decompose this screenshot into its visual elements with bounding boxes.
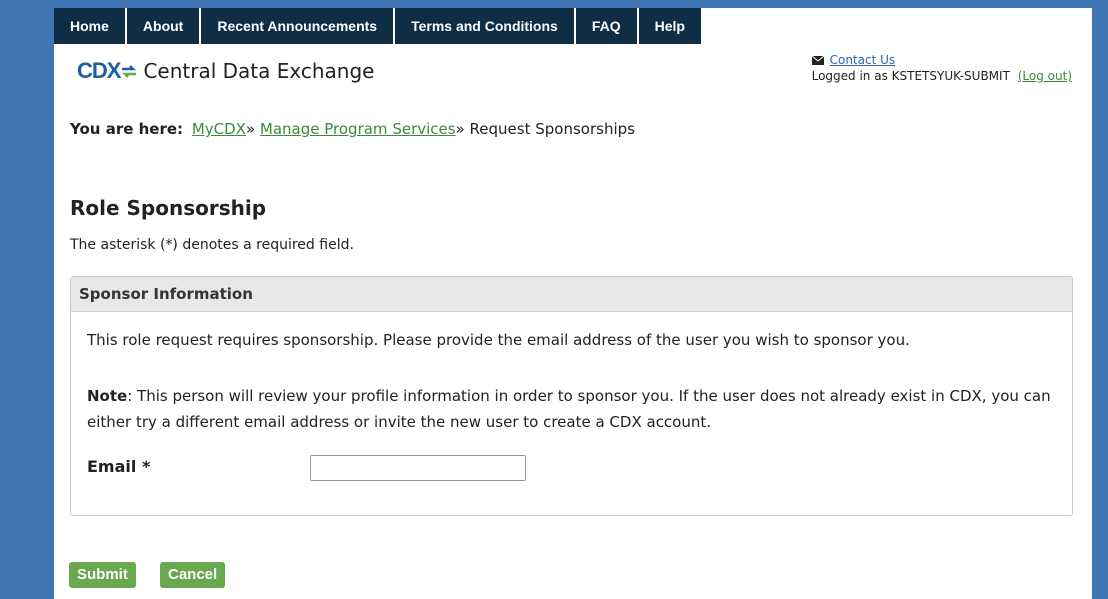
exchange-arrows-icon [122, 65, 137, 78]
nav-faq[interactable]: FAQ [575, 8, 637, 44]
panel-header: Sponsor Information [71, 277, 1072, 312]
breadcrumb-mycdx[interactable]: MyCDX [192, 120, 246, 138]
breadcrumb-separator: » [455, 120, 465, 138]
nav-about[interactable]: About [126, 8, 200, 44]
email-input[interactable] [310, 455, 526, 481]
logo-title: Central Data Exchange [143, 59, 375, 83]
contact-row: Contact Us [811, 53, 1072, 67]
breadcrumb-separator: » [245, 120, 256, 138]
submit-button[interactable]: Submit [69, 562, 136, 588]
user-area: Contact Us Logged in as KSTETSYUK-SUBMIT… [811, 53, 1072, 83]
envelope-icon [811, 55, 824, 65]
logo-mark: CDX [77, 58, 137, 84]
contact-us-link[interactable]: Contact Us [830, 53, 896, 67]
logout-link[interactable]: (Log out) [1018, 69, 1072, 83]
logo-mark-text: CDX [77, 58, 121, 83]
cdx-logo[interactable]: CDX Central Data Exchange [77, 58, 374, 84]
nav-home[interactable]: Home [54, 8, 125, 44]
login-status: Logged in as KSTETSYUK-SUBMIT (Log out) [812, 69, 1072, 83]
breadcrumb: You are here: MyCDX» Manage Program Serv… [70, 120, 635, 138]
intro-text: This role request requires sponsorship. … [87, 331, 910, 349]
note-text: Note: This person will review your profi… [87, 383, 1062, 435]
sponsor-information-panel: Sponsor Information This role request re… [70, 276, 1073, 516]
page-container: Home About Recent Announcements Terms an… [54, 8, 1092, 599]
note-body: : This person will review your profile i… [87, 387, 1051, 431]
nav-terms-and-conditions[interactable]: Terms and Conditions [395, 8, 574, 44]
nav-help[interactable]: Help [638, 8, 701, 44]
breadcrumb-current: Request Sponsorships [469, 120, 635, 138]
breadcrumb-manage-program-services[interactable]: Manage Program Services [260, 120, 456, 138]
required-field-note: The asterisk (*) denotes a required fiel… [70, 237, 354, 253]
email-label: Email * [87, 457, 151, 476]
breadcrumb-label: You are here: [70, 120, 184, 138]
nav-recent-announcements[interactable]: Recent Announcements [201, 8, 394, 44]
logged-in-text: Logged in as KSTETSYUK-SUBMIT [811, 69, 1010, 83]
cancel-button[interactable]: Cancel [160, 562, 226, 588]
top-nav: Home About Recent Announcements Terms an… [54, 8, 701, 44]
page-title: Role Sponsorship [70, 196, 267, 220]
note-label: Note [87, 387, 128, 405]
